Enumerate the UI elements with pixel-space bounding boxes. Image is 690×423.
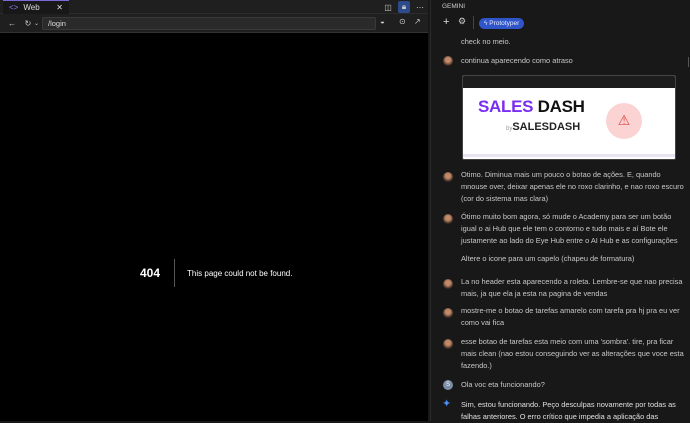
mode-badge[interactable]: ϟ Prototyper xyxy=(479,18,525,29)
user-avatar xyxy=(443,339,453,349)
split-view-icon[interactable]: ◫ xyxy=(382,1,394,13)
chat-message: mostre-me o botao de tarefas amarelo com… xyxy=(461,306,680,327)
user-avatar xyxy=(443,214,453,224)
chat-message: Ola voc eta funcionando? xyxy=(461,380,545,389)
open-external-icon[interactable]: ↗ xyxy=(414,17,421,26)
user-avatar xyxy=(443,308,453,318)
attached-screenshot[interactable]: SALES DASH bySALESDASH ⚠ xyxy=(462,75,676,160)
chat-message: esse botao de tarefas esta meio com uma … xyxy=(461,337,684,370)
not-found-message: 404 This page could not be found. xyxy=(140,259,292,287)
chevron-down-icon[interactable]: ⌄ xyxy=(34,20,39,27)
tab-bar: <> Web ✕ ◫ 🔒︎ ⋯ xyxy=(0,0,428,14)
sales-dash-sub: bySALESDASH xyxy=(506,121,581,133)
back-icon[interactable]: ← xyxy=(6,19,18,28)
sales-dash-logo: SALES DASH xyxy=(478,97,585,116)
panel-title: GEMINI xyxy=(442,3,466,10)
error-code: 404 xyxy=(140,259,176,287)
close-icon[interactable]: ✕ xyxy=(56,3,63,12)
tab-label: Web xyxy=(23,3,40,12)
web-preview-pane: <> Web ✕ ◫ 🔒︎ ⋯ ← ↻ ⌄ /login ◒ ⊙ ↗ 404 T… xyxy=(0,0,428,421)
devtools-icon[interactable]: ⊙ xyxy=(399,17,406,26)
chat-message: La no header esta aparecendo a roleta. L… xyxy=(461,277,683,298)
lock-icon[interactable]: 🔒︎ xyxy=(398,1,410,13)
error-text: This page could not be found. xyxy=(187,268,293,278)
chat-message: Altere o icone para um capelo (chapeu de… xyxy=(461,254,635,263)
warning-icon: ⚠ xyxy=(606,103,642,139)
performance-icon[interactable]: ◒ xyxy=(380,17,385,26)
code-icon: <> xyxy=(9,3,19,12)
gemini-sparkle-icon: ✦ xyxy=(442,398,452,410)
chat-message: check no meio. xyxy=(461,37,511,46)
divider xyxy=(473,16,474,29)
user-avatar xyxy=(443,56,453,66)
url-input[interactable]: /login xyxy=(42,17,376,30)
url-bar: ← ↻ ⌄ /login ◒ ⊙ ↗ xyxy=(0,14,428,33)
chat-message: Otimo. Diminua mais um pouco o botao de … xyxy=(461,170,684,203)
mode-badge-label: Prototyper xyxy=(489,20,520,27)
gemini-chat-panel: GEMINI + ⚙ ϟ Prototyper check no meio. c… xyxy=(430,0,690,421)
more-icon[interactable]: ⋯ xyxy=(414,1,426,13)
chat-message: Ótimo muito bom agora, só mude o Academy… xyxy=(461,212,678,245)
user-avatar xyxy=(443,172,453,182)
scrollbar[interactable] xyxy=(688,57,689,67)
gear-icon[interactable]: ⚙ xyxy=(458,16,466,27)
user-avatar xyxy=(443,279,453,289)
chat-message-response: Sim, estou funcionando. Peço desculpas n… xyxy=(461,400,676,421)
reload-icon[interactable]: ↻ xyxy=(22,19,34,28)
tab-web[interactable]: <> Web ✕ xyxy=(3,0,69,14)
new-chat-icon[interactable]: + xyxy=(443,16,449,28)
chat-message: continua aparecendo como atraso xyxy=(461,56,573,65)
user-avatar: S xyxy=(443,380,453,390)
